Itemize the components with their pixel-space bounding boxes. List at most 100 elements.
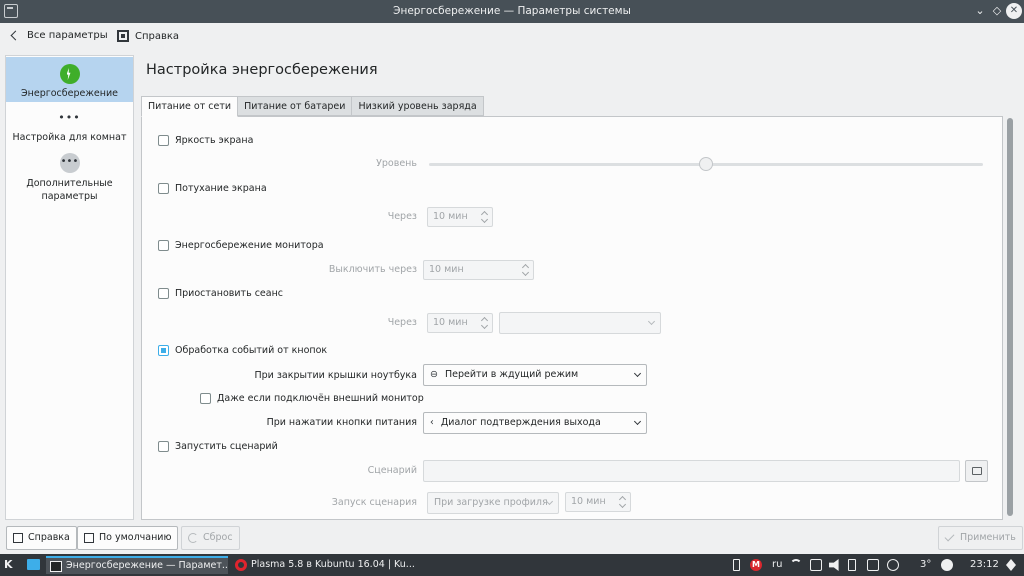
task-system-settings[interactable]: Энергосбережение — Парамет... (46, 556, 228, 574)
dpms-checkbox[interactable] (158, 240, 169, 251)
task-browser[interactable]: Plasma 5.8 в Kubuntu 16.04 | Ku... (231, 556, 415, 574)
dim-after-spinbox[interactable]: 10 мин (427, 207, 493, 227)
lid-action-value: Перейти в ждущий режим (445, 369, 579, 380)
button-events-checkbox-row[interactable]: Обработка событий от кнопок (158, 345, 327, 356)
scrollbar-thumb[interactable] (1007, 118, 1013, 516)
dpms-off-spinbox[interactable]: 10 мин (423, 260, 534, 280)
chevron-left-icon: ‹ (430, 417, 434, 428)
clock[interactable]: 23:12 (970, 554, 999, 576)
show-desktop-icon[interactable] (1006, 559, 1016, 571)
dim-label: Потухание экрана (175, 183, 267, 194)
brightness-level-label: Уровень (376, 158, 417, 169)
task-label: Энергосбережение — Парамет... (66, 560, 228, 571)
brightness-checkbox-row[interactable]: Яркость экрана (158, 135, 253, 146)
back-to-all-settings-button[interactable]: Все параметры (10, 30, 108, 41)
dpms-label: Энергосбережение монитора (175, 240, 324, 251)
volume-icon[interactable] (829, 559, 839, 571)
footer-help-button[interactable]: Справка (6, 526, 77, 550)
defaults-button[interactable]: По умолчанию (77, 526, 179, 550)
tab-battery[interactable]: Питание от батареи (237, 96, 353, 116)
more-icon: ••• (59, 153, 80, 173)
dpms-off-value: 10 мин (429, 264, 464, 275)
suspend-after-label: Через (387, 317, 417, 328)
check-icon (944, 531, 955, 542)
dim-checkbox-row[interactable]: Потухание экрана (158, 183, 267, 194)
folder-icon (972, 467, 982, 475)
dots-icon: ••• (58, 111, 81, 124)
button-events-label: Обработка событий от кнопок (175, 345, 328, 356)
panel-scrollbar[interactable] (1005, 116, 1016, 520)
script-delay-spinbox[interactable]: 10 мин (565, 492, 631, 512)
spin-arrows-icon[interactable] (481, 317, 488, 329)
window-title: Энергосбережение — Параметры системы (393, 5, 631, 17)
suspend-after-spinbox[interactable]: 10 мин (427, 313, 493, 333)
script-delay-value: 10 мин (571, 496, 606, 507)
tab-low-battery[interactable]: Низкий уровень заряда (351, 96, 484, 116)
sidebar-item-label: Энергосбережение (21, 88, 118, 99)
tab-ac-power[interactable]: Питание от сети (141, 96, 239, 117)
brightness-checkbox[interactable] (158, 135, 169, 146)
external-monitor-label: Даже если подключён внешний монитор (217, 393, 424, 404)
reset-label: Сброс (203, 532, 233, 543)
spin-arrows-icon[interactable] (481, 211, 488, 223)
defaults-label: По умолчанию (99, 532, 172, 543)
help-label: Справка (135, 30, 180, 42)
brightness-label: Яркость экрана (175, 135, 254, 146)
reset-button[interactable]: Сброс (181, 526, 240, 550)
button-events-checkbox[interactable] (158, 345, 169, 356)
sidebar-item-label: Настройка для комнат (12, 132, 127, 143)
kde-launcher-icon[interactable]: K (4, 558, 13, 571)
script-run-value: При загрузке профиля (434, 497, 548, 508)
external-monitor-checkbox[interactable] (200, 393, 211, 404)
notes-icon[interactable] (867, 559, 879, 571)
file-manager-icon[interactable] (27, 559, 40, 570)
dim-checkbox[interactable] (158, 183, 169, 194)
keyboard-layout[interactable]: ru (772, 554, 782, 576)
mega-icon[interactable]: M (750, 559, 762, 571)
script-checkbox-row[interactable]: Запустить сценарий (158, 441, 278, 452)
script-path-input[interactable] (423, 460, 960, 482)
spin-arrows-icon[interactable] (522, 264, 529, 276)
script-checkbox[interactable] (158, 441, 169, 452)
back-label: Все параметры (27, 30, 108, 41)
task-label: Plasma 5.8 в Kubuntu 16.04 | Ku... (251, 559, 415, 570)
wifi-icon[interactable] (790, 559, 802, 571)
footer-help-label: Справка (28, 532, 70, 543)
spin-arrows-icon[interactable] (619, 496, 626, 508)
maximize-button[interactable]: ◇ (989, 3, 1005, 19)
script-run-combo[interactable]: При загрузке профиля (427, 492, 559, 514)
sidebar-item-energy[interactable]: Энергосбережение (6, 57, 133, 102)
chevron-down-icon (647, 317, 656, 326)
close-button[interactable]: ✕ (1006, 3, 1022, 19)
external-monitor-checkbox-row[interactable]: Даже если подключён внешний монитор (200, 393, 424, 404)
suspend-checkbox-row[interactable]: Приостановить сеанс (158, 288, 283, 299)
sidebar-item-label: Дополнительные параметры (26, 178, 113, 202)
minimize-button[interactable]: ⌄ (972, 3, 988, 19)
brightness-slider-handle[interactable] (699, 157, 713, 171)
updates-icon[interactable] (887, 559, 899, 571)
browse-script-button[interactable] (965, 460, 988, 482)
power-button-combo[interactable]: ‹ Диалог подтверждения выхода (423, 412, 647, 434)
script-label: Запустить сценарий (175, 441, 278, 452)
undo-icon (188, 533, 198, 543)
document-edit-icon (84, 533, 94, 543)
sidebar-item-advanced[interactable]: ••• Дополнительные параметры (6, 153, 133, 203)
script-run-label: Запуск сценария (331, 497, 417, 508)
sleep-icon: ⊖ (430, 369, 438, 380)
suspend-checkbox[interactable] (158, 288, 169, 299)
dim-after-label: Через (387, 211, 417, 222)
sidebar-item-rooms[interactable]: ••• Настройка для комнат (6, 112, 133, 146)
chevron-down-icon (633, 369, 642, 378)
lid-action-combo[interactable]: ⊖ Перейти в ждущий режим (423, 364, 647, 386)
window-titlebar: Энергосбережение — Параметры системы ⌄ ◇… (0, 0, 1024, 23)
suspend-action-combo[interactable] (499, 312, 661, 334)
weather-temperature[interactable]: 3° (920, 554, 931, 576)
dpms-checkbox-row[interactable]: Энергосбережение монитора (158, 240, 324, 251)
help-button[interactable]: Справка (117, 30, 179, 42)
battery-icon[interactable] (848, 559, 856, 571)
usb-device-icon[interactable] (733, 559, 740, 571)
clipboard-icon[interactable] (810, 559, 822, 571)
apply-label: Применить (960, 532, 1016, 543)
top-toolbar: Все параметры Справка (0, 23, 1024, 51)
apply-button[interactable]: Применить (938, 526, 1023, 550)
